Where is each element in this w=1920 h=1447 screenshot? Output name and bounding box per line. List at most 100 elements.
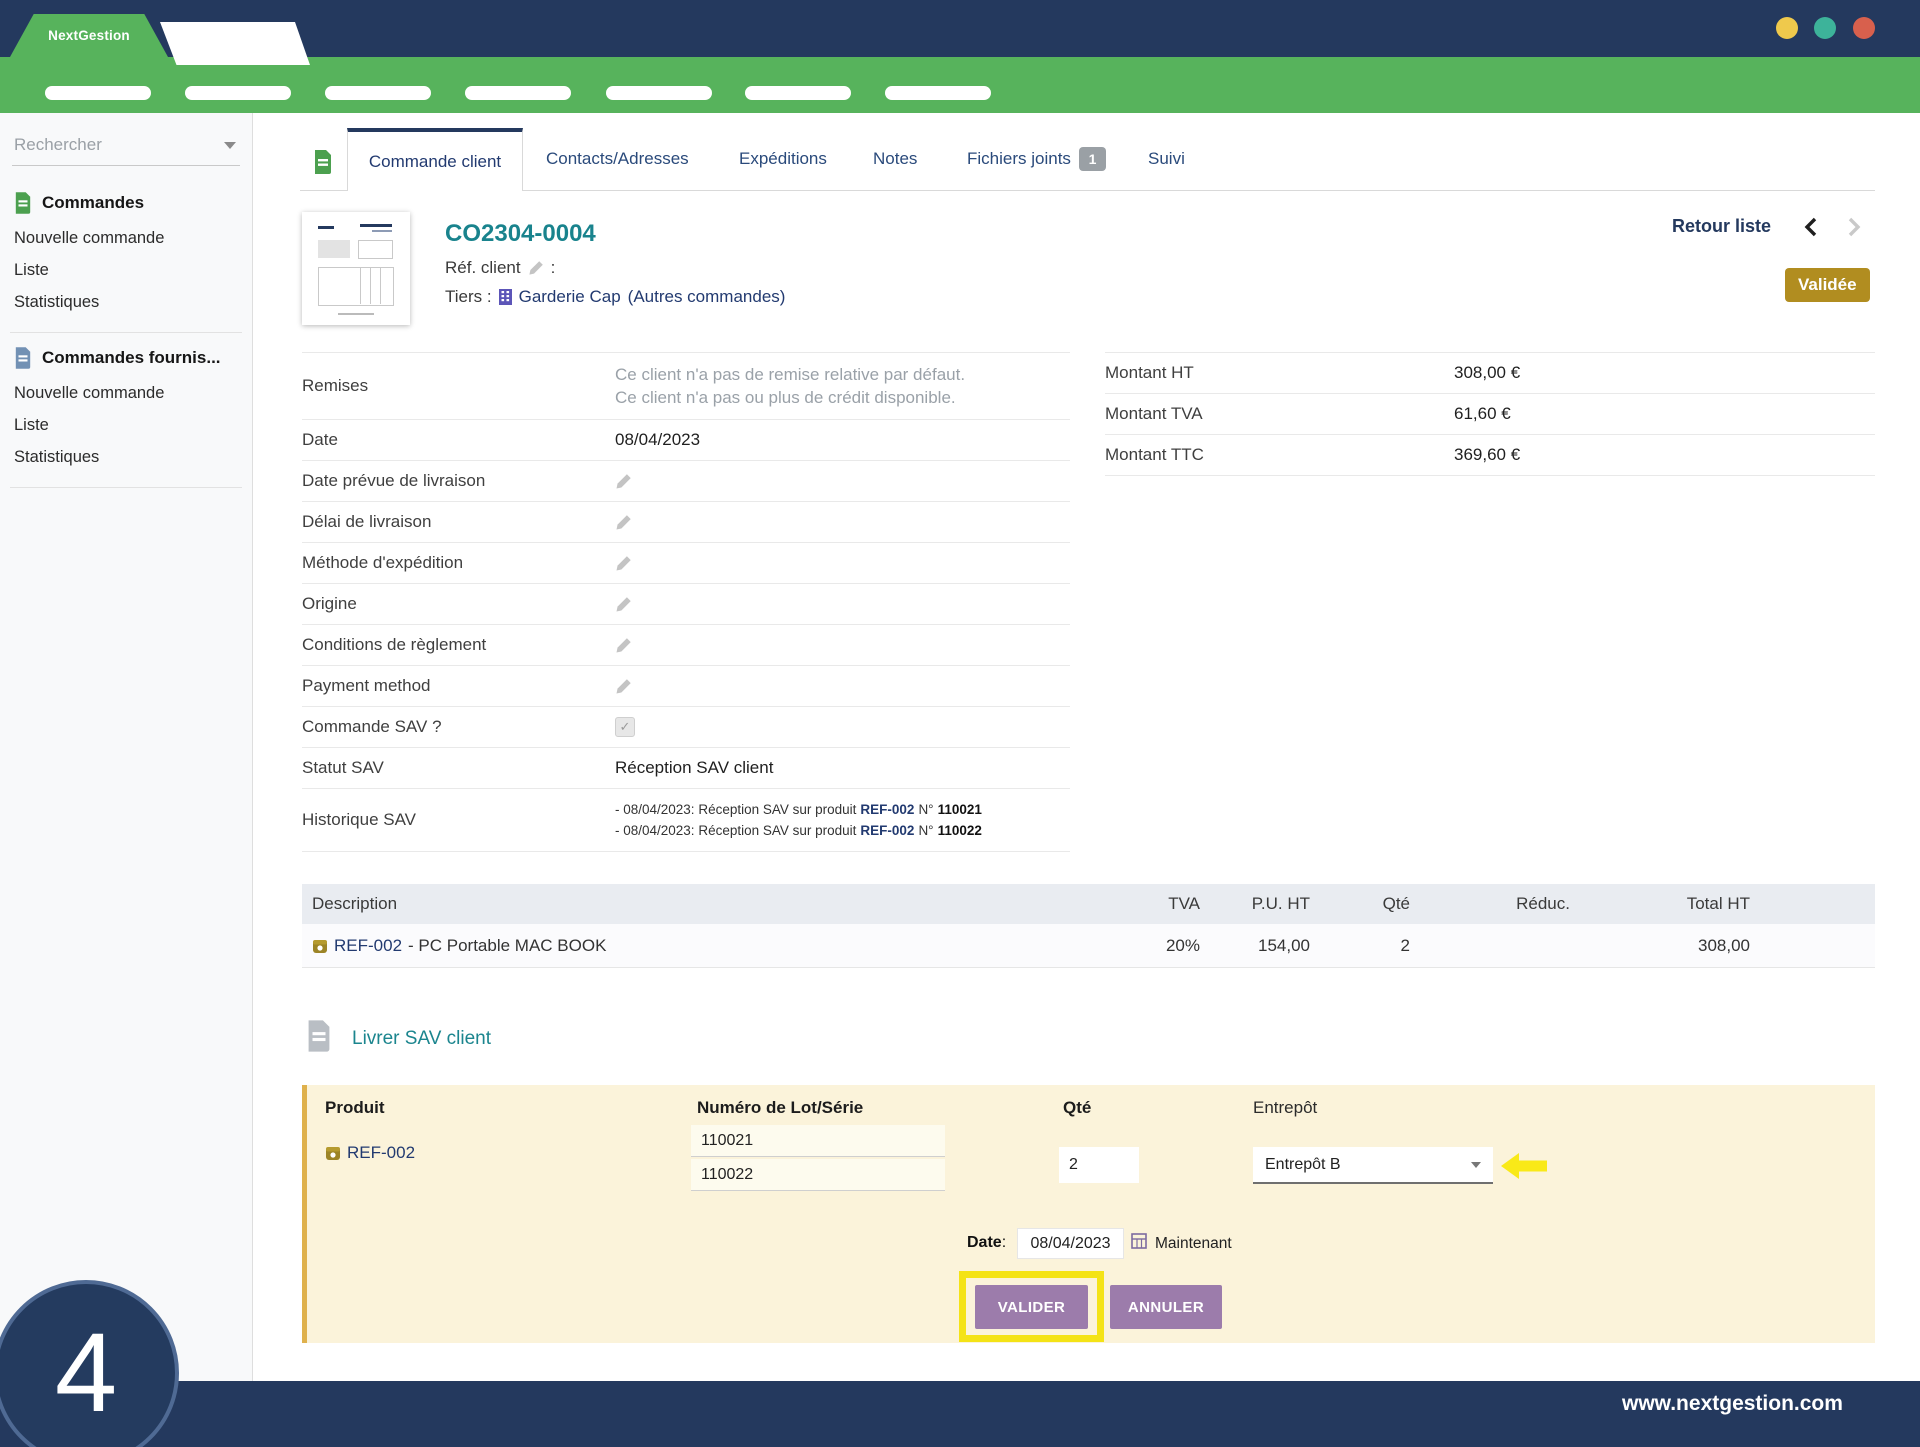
edit-pencil-icon[interactable] — [615, 555, 632, 572]
field-value: 08/04/2023 — [615, 430, 700, 450]
chevron-left-icon[interactable] — [1803, 216, 1819, 243]
product-ref-link[interactable]: REF-002 — [860, 802, 914, 817]
chevron-down-icon — [1471, 1162, 1481, 1168]
total-label: Montant TVA — [1105, 404, 1454, 424]
close-button[interactable] — [1853, 17, 1875, 39]
tab-contacts-adresses[interactable]: Contacts/Adresses — [546, 149, 689, 169]
tab-suivi[interactable]: Suivi — [1148, 149, 1185, 169]
order-thumbnail[interactable] — [302, 212, 410, 325]
product-link[interactable]: REF-002 — [334, 936, 402, 956]
sidebar-divider — [10, 332, 242, 333]
field-row-date: Date 08/04/2023 — [302, 420, 1070, 461]
field-label: Date — [302, 430, 615, 450]
brand-label: NextGestion — [48, 28, 130, 43]
highlight-arrow-icon — [1501, 1151, 1547, 1186]
sidebar-item-liste-fournisseur[interactable]: Liste — [14, 409, 252, 441]
tab-commande-client[interactable]: Commande client — [347, 128, 523, 191]
field-row-remises: Remises Ce client n'a pas de remise rela… — [302, 353, 1070, 420]
ref-client-label: Réf. client — [445, 258, 521, 278]
status-badge: Validée — [1785, 268, 1870, 302]
step-number: 4 — [55, 1317, 117, 1429]
totals-table: Montant HT 308,00 € Montant TVA 61,60 € … — [1105, 352, 1875, 476]
tab-fichiers-joints[interactable]: Fichiers joints — [967, 149, 1071, 169]
field-label: Historique SAV — [302, 810, 615, 830]
field-label: Conditions de règlement — [302, 635, 615, 655]
product-ref-link[interactable]: REF-002 — [860, 823, 914, 838]
qty-input[interactable] — [1059, 1147, 1139, 1183]
nav-pill[interactable] — [325, 86, 431, 100]
sidebar-item-nouvelle-commande-fournisseur[interactable]: Nouvelle commande — [14, 377, 252, 409]
product-ref-link[interactable]: REF-002 — [347, 1143, 415, 1163]
sidebar-item-statistiques-fournisseur[interactable]: Statistiques — [14, 441, 252, 473]
sidebar-item-statistiques[interactable]: Statistiques — [14, 286, 252, 318]
chevron-down-icon — [224, 142, 236, 149]
secondary-window-tab[interactable] — [160, 22, 310, 65]
edit-pencil-icon[interactable] — [615, 678, 632, 695]
col-pu-ht: P.U. HT — [1200, 894, 1310, 914]
order-fields: Remises Ce client n'a pas de remise rela… — [302, 352, 1070, 852]
chevron-right-icon[interactable] — [1846, 216, 1862, 243]
items-table: Description TVA P.U. HT Qté Réduc. Total… — [302, 884, 1875, 968]
sidebar-item-nouvelle-commande[interactable]: Nouvelle commande — [14, 222, 252, 254]
product-name: - PC Portable MAC BOOK — [408, 936, 606, 956]
field-label: Payment method — [302, 676, 615, 696]
nav-pill[interactable] — [885, 86, 991, 100]
sav-product: REF-002 — [325, 1143, 415, 1163]
link-garderie-cap[interactable]: Garderie Cap — [519, 287, 621, 307]
field-label: Remises — [302, 376, 615, 396]
valider-button[interactable]: VALIDER — [975, 1285, 1088, 1329]
now-button[interactable]: Maintenant — [1155, 1235, 1232, 1253]
annuler-button[interactable]: ANNULER — [1110, 1285, 1222, 1329]
edit-pencil-icon[interactable] — [615, 473, 632, 490]
col-tva: TVA — [1100, 894, 1200, 914]
tiers-label: Tiers : — [445, 287, 492, 307]
field-label: Origine — [302, 594, 615, 614]
title-bar: NextGestion — [0, 0, 1920, 57]
link-autres-commandes[interactable]: (Autres commandes) — [628, 287, 786, 307]
package-icon — [325, 1145, 341, 1161]
cell-pu-ht: 154,00 — [1200, 936, 1310, 956]
sidebar-item-liste[interactable]: Liste — [14, 254, 252, 286]
field-row-delai: Délai de livraison — [302, 502, 1070, 543]
ref-client-colon: : — [551, 258, 556, 278]
nav-pill[interactable] — [45, 86, 151, 100]
sidebar-section-commandes[interactable]: Commandes — [14, 192, 252, 214]
total-value: 308,00 € — [1454, 363, 1520, 383]
totals-row-tva: Montant TVA 61,60 € — [1105, 394, 1875, 435]
sav-date-input[interactable] — [1017, 1228, 1124, 1259]
remise-info-line: Ce client n'a pas de remise relative par… — [615, 363, 965, 386]
nav-pill[interactable] — [606, 86, 712, 100]
order-document-icon — [313, 150, 333, 179]
maximize-button[interactable] — [1814, 17, 1836, 39]
search-input[interactable]: Rechercher — [12, 131, 240, 166]
sav-section-title[interactable]: Livrer SAV client — [352, 1028, 491, 1050]
field-row-origine: Origine — [302, 584, 1070, 625]
calendar-icon[interactable] — [1131, 1233, 1147, 1254]
warehouse-select[interactable]: Entrepôt B — [1253, 1147, 1493, 1184]
back-to-list-link[interactable]: Retour liste — [1672, 216, 1771, 237]
field-row-statut-sav: Statut SAV Réception SAV client — [302, 748, 1070, 789]
lot-serial-input-2[interactable] — [691, 1159, 945, 1191]
nav-pill[interactable] — [745, 86, 851, 100]
edit-pencil-icon[interactable] — [615, 514, 632, 531]
edit-pencil-icon[interactable] — [528, 260, 544, 276]
attachment-count-badge: 1 — [1079, 147, 1106, 171]
tab-notes[interactable]: Notes — [873, 149, 917, 169]
package-icon — [312, 938, 328, 954]
credit-info-line: Ce client n'a pas ou plus de crédit disp… — [615, 386, 965, 409]
nav-pill[interactable] — [185, 86, 291, 100]
field-row-historique-sav: Historique SAV - 08/04/2023: Réception S… — [302, 789, 1070, 852]
nav-pill[interactable] — [465, 86, 571, 100]
edit-pencil-icon[interactable] — [615, 596, 632, 613]
totals-row-ttc: Montant TTC 369,60 € — [1105, 435, 1875, 476]
minimize-button[interactable] — [1776, 17, 1798, 39]
ref-client-line: Réf. client : — [445, 258, 555, 278]
sidebar-section-commandes-fournisseurs[interactable]: Commandes fournis... — [14, 347, 252, 369]
edit-pencil-icon[interactable] — [615, 637, 632, 654]
document-gray-icon — [306, 1020, 332, 1057]
tab-expeditions[interactable]: Expéditions — [739, 149, 827, 169]
lot-serial-input-1[interactable] — [691, 1125, 945, 1157]
sav-checkbox[interactable]: ✓ — [615, 717, 635, 737]
nextgestion-logo-tab[interactable]: NextGestion — [10, 14, 168, 57]
application-window: NextGestion Rechercher Commandes Nouvell… — [0, 0, 1920, 1447]
